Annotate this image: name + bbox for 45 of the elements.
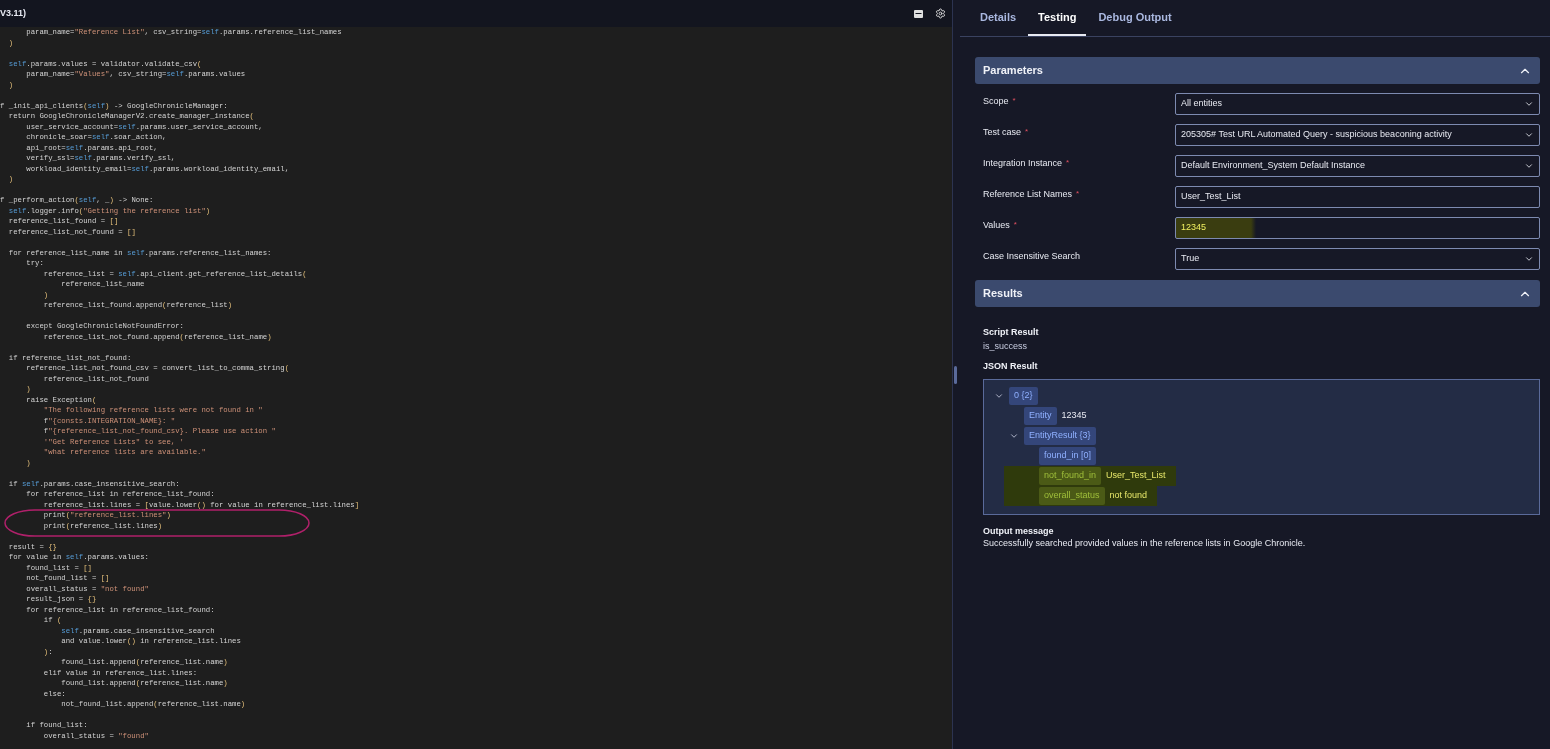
splitter-handle[interactable] [954,366,957,384]
required-mark: * [1025,126,1029,139]
section-label: JSON Result [983,360,1039,373]
field-label: Reference List Names [983,188,1073,202]
section-label: Output message [983,525,1055,537]
json-key: EntityResult {3} [1024,427,1096,445]
output-message: Successfully searched provided values in the reference lists in Google Chronicle. [983,537,1307,549]
dropdown-caret-icon [1524,130,1534,140]
select-field[interactable]: 205305# Test URL Automated Query - suspicious beaconing activity [1175,124,1540,146]
tab[interactable]: Testing [1028,0,1087,36]
json-value: not found [1109,489,1148,503]
collapse-caret-icon[interactable] [1009,431,1019,441]
json-value: User_Test_List [1106,469,1166,483]
field-label: Integration Instance [983,157,1063,171]
required-mark: * [1076,188,1080,201]
dropdown-caret-icon [1524,99,1534,109]
field-label: Values [983,219,1010,233]
tab[interactable]: Details [970,0,1027,36]
section-header[interactable]: Results [975,280,1540,307]
field-label: Test case [983,126,1022,140]
settings-icon[interactable] [935,8,946,19]
json-value: 12345 [1061,409,1087,423]
select-field[interactable]: All entities [1175,93,1540,115]
input-field[interactable]: 12345 [1175,217,1540,239]
json-key: 0 {2} [1009,387,1038,405]
required-mark: * [1013,219,1017,232]
section-header[interactable]: Parameters [975,57,1540,84]
select-field[interactable]: True [1175,248,1540,270]
input-field[interactable]: User_Test_List [1175,186,1540,208]
required-mark: * [1066,157,1070,170]
collapse-caret-icon[interactable] [994,391,1004,401]
field-label: Case Insensitive Search [983,250,1081,264]
dropdown-caret-icon [1524,254,1534,264]
editor-title: V3.11) [0,6,27,20]
script-result: is_success [983,340,1028,353]
select-field[interactable]: Default Environment_System Default Instance [1175,155,1540,177]
required-mark: * [1012,95,1016,108]
json-key: Entity [1024,407,1057,425]
json-key: not_found_in [1039,467,1102,485]
field-label: Scope [983,95,1009,109]
tab[interactable]: Debug Output [1088,0,1182,36]
json-key: overall_status [1039,487,1105,505]
section-label: Script Result [983,326,1040,339]
json-key: found_in [0] [1039,447,1097,465]
dropdown-caret-icon [1524,161,1534,171]
